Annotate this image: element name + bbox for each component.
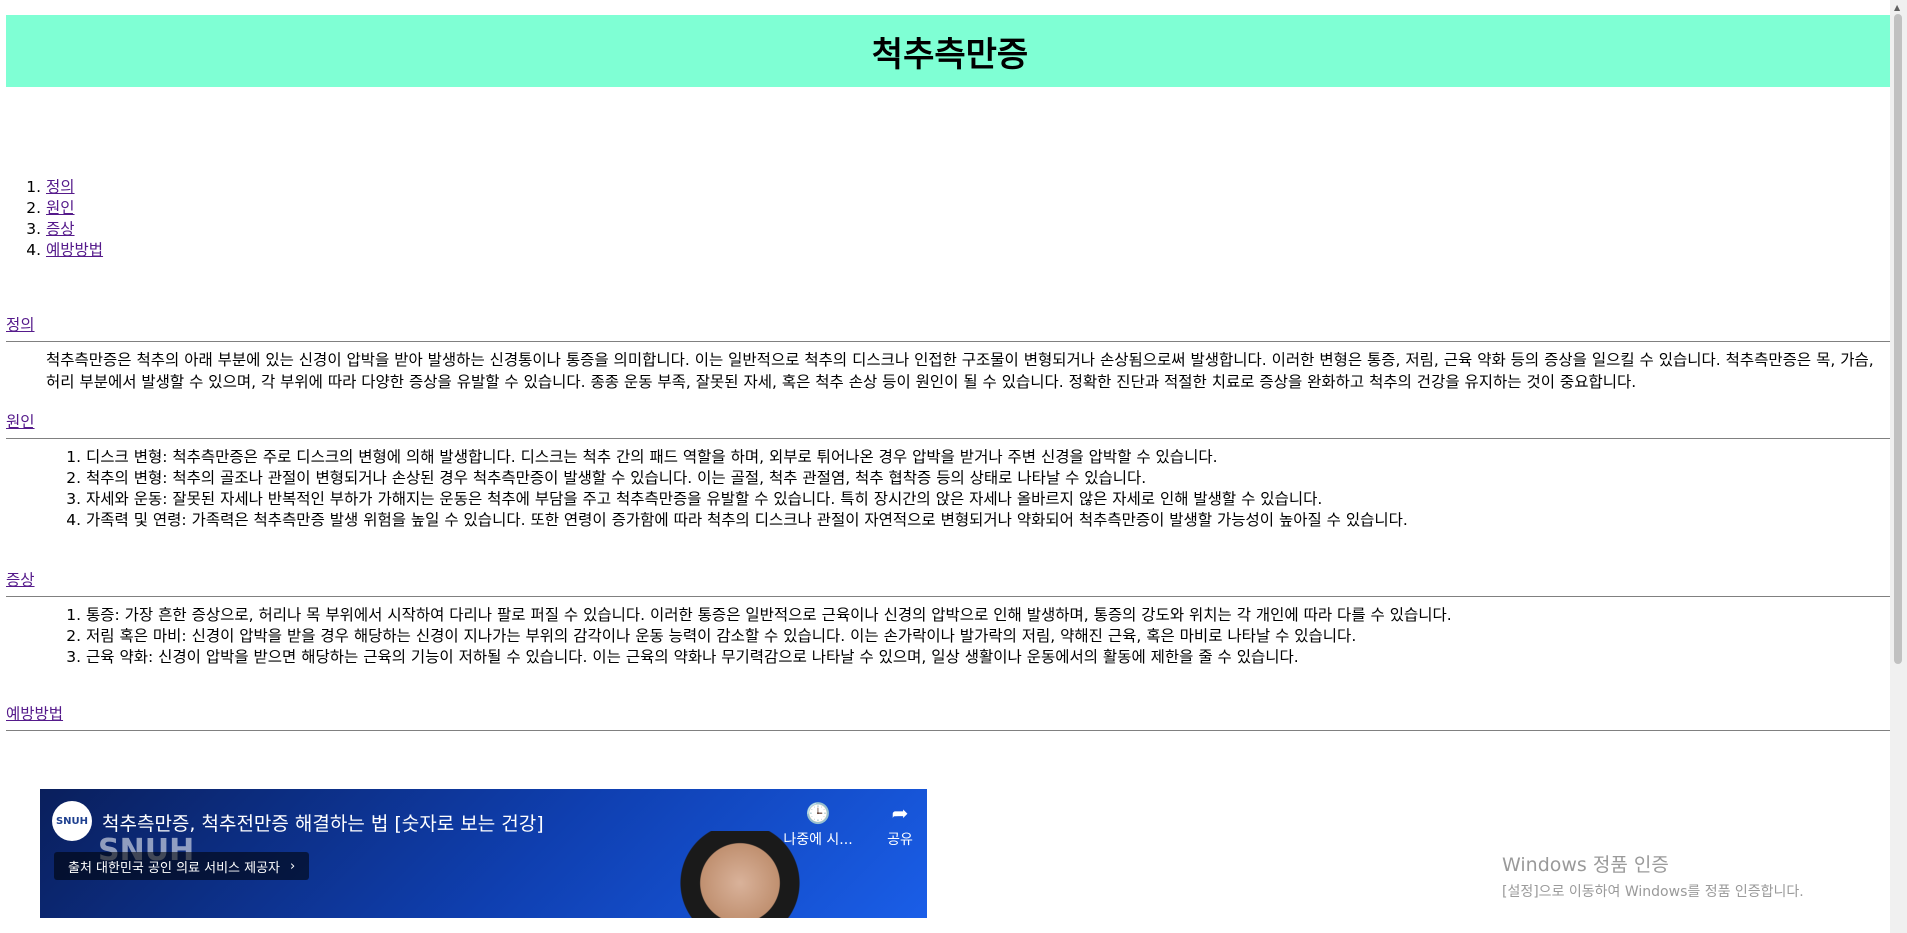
share-label: 공유 [887,832,913,848]
source-label: 출처 대한민국 공인 의료 서비스 제공자 [68,860,281,876]
list-item: 저림 혹은 마비: 신경이 압박을 받을 경우 해당하는 신경이 지나가는 부위… [86,626,1894,647]
causes-list: 디스크 변형: 척추측만증은 주로 디스크의 변형에 의해 발생합니다. 디스크… [6,447,1894,531]
page-content: 척추측만증 정의 원인 증상 예방방법 정의 척추측만증은 척추의 아래 부분에… [6,15,1894,739]
symptoms-list: 통증: 가장 흔한 증상으로, 허리나 목 부위에서 시작하여 다리나 팔로 퍼… [6,605,1894,668]
toc-item: 증상 [46,219,1894,240]
windows-activation-watermark: Windows 정품 인증 [설정]으로 이동하여 Windows를 정품 인증… [1502,850,1804,901]
divider [6,596,1894,597]
page-header: 척추측만증 [6,15,1894,87]
list-item: 통증: 가장 흔한 증상으로, 허리나 목 부위에서 시작하여 다리나 팔로 퍼… [86,605,1894,626]
divider [6,341,1894,342]
section-link-symptoms[interactable]: 증상 [6,568,1894,590]
toc-link-prevention[interactable]: 예방방법 [46,241,103,259]
video-thumbnail-person [680,831,800,918]
section-link-prevention[interactable]: 예방방법 [6,702,1894,724]
scrollbar-thumb[interactable] [1894,14,1902,664]
section-link-definition[interactable]: 정의 [6,313,1894,335]
toc-item: 예방방법 [46,240,1894,261]
toc-link-symptoms[interactable]: 증상 [46,220,75,238]
list-item: 디스크 변형: 척추측만증은 주로 디스크의 변형에 의해 발생합니다. 디스크… [86,447,1894,468]
table-of-contents: 정의 원인 증상 예방방법 [6,177,1894,261]
share-icon: ➦ [891,801,909,825]
clock-icon: 🕒 [805,801,831,825]
video-title[interactable]: 척추측만증, 척추전만증 해결하는 법 [숫자로 보는 건강] [102,809,544,836]
toc-item: 정의 [46,177,1894,198]
list-item: 자세와 운동: 잘못된 자세나 반복적인 부하가 가해지는 운동은 척추에 부담… [86,489,1894,510]
list-item: 근육 약화: 신경이 압박을 받으면 해당하는 근육의 기능이 저하될 수 있습… [86,647,1894,668]
channel-logo[interactable]: SNUH [52,801,92,841]
toc-link-causes[interactable]: 원인 [46,199,75,217]
list-item: 척추의 변형: 척추의 골조나 관절이 변형되거나 손상된 경우 척추측만증이 … [86,468,1894,489]
share-button[interactable]: ➦ 공유 [860,801,927,849]
definition-text: 척추측만증은 척추의 아래 부분에 있는 신경이 압박을 받아 발생하는 신경통… [46,351,1874,391]
page-title: 척추측만증 [871,34,1029,75]
source-info-chip[interactable]: 출처 대한민국 공인 의료 서비스 제공자 › [54,852,310,880]
chevron-right-icon: › [290,858,296,874]
video-embed[interactable]: SNUH 척추측만증, 척추전만증 해결하는 법 [숫자로 보는 건강] SNU… [40,789,927,918]
scroll-up-arrow-icon[interactable]: ▲ [1894,3,1900,12]
watermark-subtitle: [설정]으로 이동하여 Windows를 정품 인증합니다. [1502,884,1804,900]
divider [6,438,1894,439]
section-link-causes[interactable]: 원인 [6,410,1894,432]
list-item: 가족력 및 연령: 가족력은 척추측만증 발생 위험을 높일 수 있습니다. 또… [86,510,1894,531]
vertical-scrollbar[interactable]: ▲ [1890,0,1907,933]
toc-link-definition[interactable]: 정의 [46,178,75,196]
toc-item: 원인 [46,198,1894,219]
divider [6,730,1894,731]
watermark-title: Windows 정품 인증 [1502,854,1669,876]
